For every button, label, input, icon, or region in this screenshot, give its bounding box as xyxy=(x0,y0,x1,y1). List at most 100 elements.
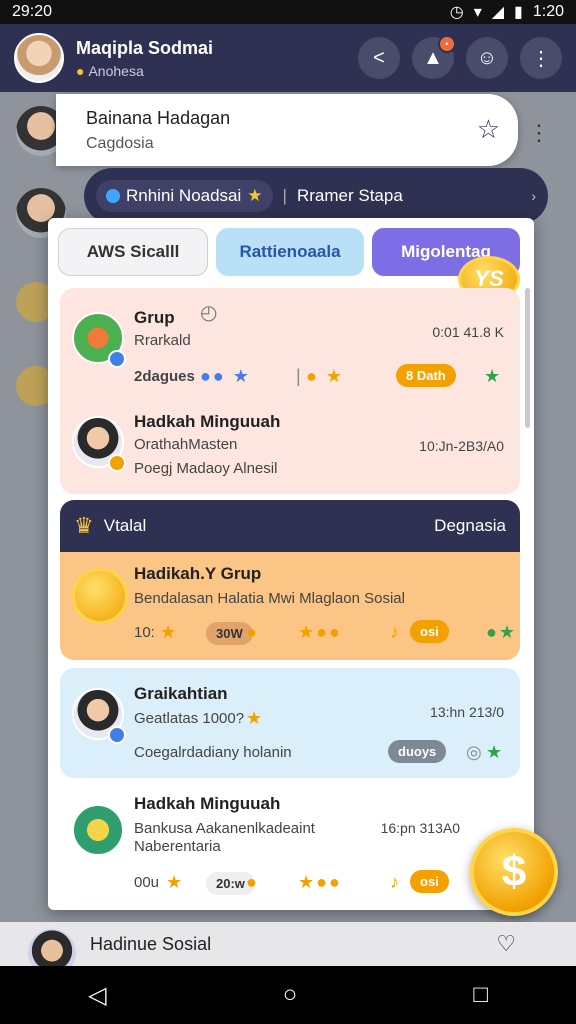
item-line: Bendalasan Halatia Mwi Mlaglaon Sosial xyxy=(134,590,405,607)
alarm-icon: ◷ xyxy=(449,4,464,21)
tab-rattienoaala[interactable]: Rattienoaala xyxy=(216,228,364,276)
verified-icon xyxy=(108,350,126,368)
coin-icon xyxy=(72,568,128,624)
list-item[interactable]: Grup ◴ Rrarkald 0:01 41.8 K 2dagues ●● ★… xyxy=(60,302,520,398)
list-item[interactable]: Graikahtian Geatlatas 1000? ★ 13:hn 213/… xyxy=(60,668,520,778)
star-icon: ★ xyxy=(166,872,185,892)
alert-button[interactable]: ▲ • xyxy=(412,35,456,79)
item-meta: 13:hn 213/0 xyxy=(430,704,504,720)
star-icon[interactable]: ☆ xyxy=(477,114,500,145)
battery-icon: ▮ xyxy=(514,4,523,21)
notification-badge: • xyxy=(438,35,456,53)
wifi-icon: ▾ xyxy=(473,4,482,21)
star-icon: ★ xyxy=(246,708,265,728)
pill-right-label: Rramer Stapa xyxy=(296,186,403,205)
share-button[interactable]: < xyxy=(358,37,400,79)
divider: | xyxy=(282,186,287,205)
section-right: Degnasia xyxy=(434,516,506,535)
star-icon: ★ xyxy=(160,622,179,642)
person-line1: OrathahMasten xyxy=(134,436,238,453)
group-card: Grup ◴ Rrarkald 0:01 41.8 K 2dagues ●● ★… xyxy=(60,288,520,494)
app-title: Maqipla Sodmai xyxy=(76,37,214,58)
item-pill[interactable]: osi xyxy=(410,870,449,893)
coin-icon: ● xyxy=(246,622,259,642)
star-icon: ★ xyxy=(486,742,505,762)
contact-sub: Cagdosia xyxy=(86,135,154,152)
group-icon xyxy=(72,804,124,856)
item-meta: 16:pn 313A0 xyxy=(380,820,460,836)
tag-pill[interactable]: 8 Dath xyxy=(396,364,456,387)
section-header[interactable]: ♛ Vtalal Degnasia xyxy=(60,500,520,552)
status-time: 29:20 xyxy=(12,3,53,20)
contact-card[interactable]: Bainana Hadagan Cagdosia ☆ xyxy=(56,94,518,166)
bottom-list-item[interactable]: Hadinue Sosial ♡ xyxy=(0,922,576,977)
reaction-icons: ●● ★ xyxy=(200,366,251,386)
signal-icon: ◢ xyxy=(491,4,505,21)
more-vertical-icon[interactable]: ⋮ xyxy=(528,120,550,146)
chevron-right-icon[interactable]: › xyxy=(531,188,536,204)
item-count: 10: xyxy=(134,624,155,641)
recents-icon[interactable]: □ xyxy=(473,981,488,1009)
reaction-icons: ★●● xyxy=(298,622,342,642)
bell-icon: ♪ xyxy=(390,872,401,892)
main-panel: AWS Sicalll Rattienoaala Migolentag YS G… xyxy=(48,218,534,910)
section-left: Vtalal xyxy=(103,516,147,535)
item-pill[interactable]: osi xyxy=(410,620,449,643)
divider: | xyxy=(296,366,303,386)
person-meta: 10:Jn-2B3/A0 xyxy=(419,438,504,454)
list-item[interactable]: Hadkah Minguuah OrathahMasten Poegj Mada… xyxy=(60,412,520,492)
dollar-coin-button[interactable]: $ xyxy=(470,828,558,916)
bell-icon: ♪ xyxy=(390,622,401,642)
info-icon: ◎ xyxy=(466,742,484,762)
item-pill[interactable]: duoys xyxy=(388,740,447,763)
list-item[interactable]: Hadkah Minguuah Bankusa Aakanenlkadeaint… xyxy=(60,786,520,906)
list-item[interactable]: Hadikah.Y Grup Bendalasan Halatia Mwi Ml… xyxy=(60,552,520,660)
back-icon[interactable]: ◁ xyxy=(88,981,106,1010)
filter-pill[interactable]: Rnhini Noadsai ★ | Rramer Stapa › xyxy=(84,168,548,224)
group-tagline: 2dagues xyxy=(134,368,195,385)
status-dot-icon: ● xyxy=(76,62,85,79)
user-avatar[interactable] xyxy=(14,33,64,83)
coin-icon: ● ★ xyxy=(306,366,345,386)
contact-name: Bainana Hadagan xyxy=(86,108,231,128)
status-bar: 29:20 ◷ ▾ ◢ ▮ 1:20 xyxy=(0,0,576,24)
badge-icon xyxy=(108,454,126,472)
reaction-icons: ★●● xyxy=(298,872,342,892)
share-icon: < xyxy=(373,46,385,69)
star-icon: ●★ xyxy=(486,622,518,642)
item-link[interactable]: Coegalrdadiany holanin xyxy=(134,744,292,761)
star-icon: ★ xyxy=(484,366,503,386)
home-icon[interactable]: ○ xyxy=(283,981,298,1009)
person-icon: ☺ xyxy=(476,46,498,69)
group-meta: 0:01 41.8 K xyxy=(432,324,504,340)
profile-button[interactable]: ☺ xyxy=(466,37,508,79)
verified-icon xyxy=(108,726,126,744)
item-line: Geatlatas 1000? xyxy=(134,710,245,727)
dollar-icon: $ xyxy=(501,847,527,896)
coin-icon: ● xyxy=(246,872,259,892)
status-right-time: 1:20 xyxy=(532,3,564,20)
person-line2: Poegj Madaoy Alnesil xyxy=(134,460,278,477)
more-vertical-icon: ⋮ xyxy=(531,47,551,70)
more-button[interactable]: ⋮ xyxy=(520,37,562,79)
item-title: Hadikah.Y Grup xyxy=(134,564,262,583)
blue-dot-icon xyxy=(106,189,120,203)
item-title: Graikahtian xyxy=(134,684,228,703)
heart-icon[interactable]: ♡ xyxy=(496,931,516,957)
tab-bar: AWS Sicalll Rattienoaala Migolentag xyxy=(58,228,520,276)
group-subtitle: Rrarkald xyxy=(134,332,191,349)
item-line1: Bankusa Aakanenlkadeaint xyxy=(134,820,315,837)
timer-icon: ◴ xyxy=(200,302,218,324)
group-title: Grup xyxy=(134,308,175,327)
crown-icon: ♛ xyxy=(74,513,94,538)
tab-aws[interactable]: AWS Sicalll xyxy=(58,228,208,276)
item-line2: Naberentaria xyxy=(134,838,221,855)
navigation-bar: ◁ ○ □ xyxy=(0,966,576,1024)
bottom-item-name: Hadinue Sosial xyxy=(90,933,212,954)
pill-left-label: Rnhini Noadsai xyxy=(126,186,242,205)
star-icon: ★ xyxy=(247,186,263,205)
item-count: 00u xyxy=(134,874,160,891)
app-bar: Maqipla Sodmai ● Anohesa < ▲ • ☺ ⋮ xyxy=(0,24,576,92)
person-title: Hadkah Minguuah xyxy=(134,412,281,431)
scrollbar[interactable] xyxy=(525,288,530,428)
